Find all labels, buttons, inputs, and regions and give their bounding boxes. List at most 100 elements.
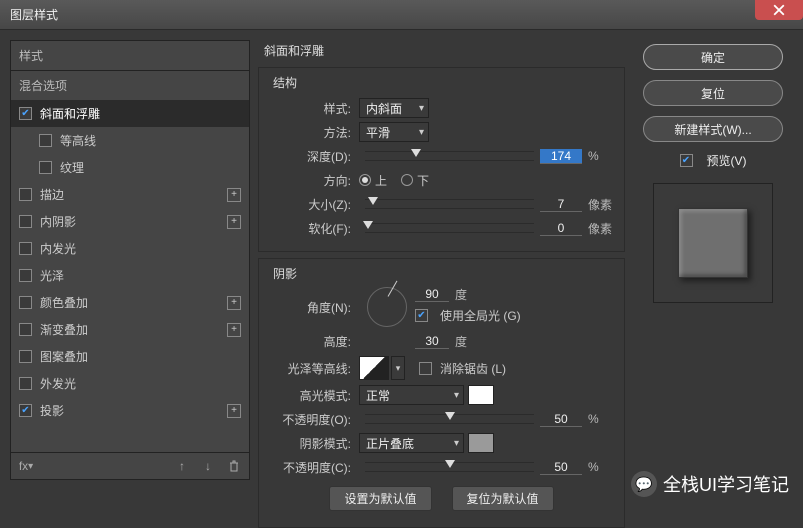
- size-value[interactable]: 7: [540, 197, 582, 212]
- style-item[interactable]: 光泽: [11, 262, 249, 289]
- highlight-opacity-slider[interactable]: [365, 414, 534, 424]
- style-item-label: 投影: [40, 402, 64, 419]
- style-item-label: 图案叠加: [40, 348, 88, 365]
- close-button[interactable]: [755, 0, 803, 20]
- set-default-button[interactable]: 设置为默认值: [329, 486, 431, 511]
- style-item-checkbox[interactable]: [39, 134, 52, 147]
- cancel-button[interactable]: 复位: [643, 80, 783, 106]
- size-unit: 像素: [582, 196, 614, 213]
- size-slider[interactable]: [365, 199, 534, 209]
- direction-up-radio[interactable]: [359, 174, 371, 186]
- style-item-label: 颜色叠加: [40, 294, 88, 311]
- left-panel: 样式 混合选项 斜面和浮雕等高线纹理描边+内阴影+内发光光泽颜色叠加+渐变叠加+…: [10, 40, 250, 480]
- contour-label: 光泽等高线:: [269, 360, 359, 377]
- highlight-mode-label: 高光模式:: [269, 387, 359, 404]
- soften-value[interactable]: 0: [540, 221, 582, 236]
- style-item-checkbox[interactable]: [19, 404, 32, 417]
- style-item-checkbox[interactable]: [19, 107, 32, 120]
- depth-value[interactable]: 174: [540, 149, 582, 164]
- panel-title: 斜面和浮雕: [258, 40, 625, 61]
- arrow-down-icon[interactable]: ↓: [201, 459, 215, 473]
- blend-options-header[interactable]: 混合选项: [10, 71, 250, 100]
- altitude-unit: 度: [449, 333, 481, 350]
- watermark-text: 全栈UI学习笔记: [663, 471, 789, 497]
- antialias-label: 消除锯齿 (L): [440, 360, 506, 377]
- window-title: 图层样式: [10, 6, 58, 23]
- ok-button[interactable]: 确定: [643, 44, 783, 70]
- style-item[interactable]: 渐变叠加+: [11, 316, 249, 343]
- add-effect-icon[interactable]: +: [227, 323, 241, 337]
- style-item[interactable]: 斜面和浮雕: [11, 100, 249, 127]
- style-item-checkbox[interactable]: [19, 188, 32, 201]
- new-style-button[interactable]: 新建样式(W)...: [643, 116, 783, 142]
- direction-label: 方向:: [269, 172, 359, 189]
- style-item-checkbox[interactable]: [19, 242, 32, 255]
- add-effect-icon[interactable]: +: [227, 215, 241, 229]
- structure-group: 结构 样式: 内斜面 方法: 平滑 深度(D): 174 % 方向: 上 下: [258, 67, 625, 252]
- style-item-label: 内发光: [40, 240, 76, 257]
- depth-slider[interactable]: [365, 151, 534, 161]
- style-item[interactable]: 描边+: [11, 181, 249, 208]
- angle-dial[interactable]: [367, 287, 407, 327]
- shadow-mode-label: 阴影模式:: [269, 435, 359, 452]
- style-item[interactable]: 外发光: [11, 370, 249, 397]
- add-effect-icon[interactable]: +: [227, 296, 241, 310]
- style-item-checkbox[interactable]: [19, 296, 32, 309]
- preview-checkbox[interactable]: [680, 154, 693, 167]
- highlight-opacity-unit: %: [582, 412, 614, 426]
- watermark: 💬 全栈UI学习笔记: [631, 471, 789, 497]
- global-light-checkbox[interactable]: [415, 309, 428, 322]
- style-select[interactable]: 内斜面: [359, 98, 429, 118]
- preview-box: [653, 183, 773, 303]
- right-panel: 确定 复位 新建样式(W)... 预览(V): [633, 40, 793, 480]
- gloss-contour-swatch[interactable]: [359, 356, 389, 380]
- highlight-opacity-label: 不透明度(O):: [269, 411, 359, 428]
- style-item[interactable]: 内发光: [11, 235, 249, 262]
- preview-swatch: [678, 208, 748, 278]
- shadow-opacity-slider[interactable]: [365, 462, 534, 472]
- style-item[interactable]: 内阴影+: [11, 208, 249, 235]
- depth-label: 深度(D):: [269, 148, 359, 165]
- highlight-color-swatch[interactable]: [468, 385, 494, 405]
- method-label: 方法:: [269, 124, 359, 141]
- style-item-label: 纹理: [60, 159, 84, 176]
- add-effect-icon[interactable]: +: [227, 188, 241, 202]
- arrow-up-icon[interactable]: ↑: [175, 459, 189, 473]
- add-effect-icon[interactable]: +: [227, 404, 241, 418]
- shadow-mode-select[interactable]: 正片叠底: [359, 433, 464, 453]
- style-item[interactable]: 图案叠加: [11, 343, 249, 370]
- angle-value[interactable]: 90: [415, 287, 449, 302]
- trash-icon[interactable]: [227, 459, 241, 473]
- highlight-opacity-value[interactable]: 50: [540, 412, 582, 427]
- style-item[interactable]: 纹理: [11, 154, 249, 181]
- style-item-label: 外发光: [40, 375, 76, 392]
- shadow-opacity-value[interactable]: 50: [540, 460, 582, 475]
- style-item-label: 斜面和浮雕: [40, 105, 100, 122]
- style-item-checkbox[interactable]: [19, 269, 32, 282]
- style-item[interactable]: 等高线: [11, 127, 249, 154]
- shadow-opacity-label: 不透明度(C):: [269, 459, 359, 476]
- altitude-value[interactable]: 30: [415, 334, 449, 349]
- gloss-contour-dropdown[interactable]: ▾: [391, 356, 405, 380]
- angle-label: 角度(N):: [269, 299, 359, 316]
- fx-icon[interactable]: fx▾: [19, 459, 33, 473]
- direction-down-radio[interactable]: [401, 174, 413, 186]
- antialias-checkbox[interactable]: [419, 362, 432, 375]
- method-select[interactable]: 平滑: [359, 122, 429, 142]
- style-item-checkbox[interactable]: [19, 377, 32, 390]
- styles-header[interactable]: 样式: [10, 40, 250, 71]
- highlight-mode-select[interactable]: 正常: [359, 385, 464, 405]
- style-list: 斜面和浮雕等高线纹理描边+内阴影+内发光光泽颜色叠加+渐变叠加+图案叠加外发光投…: [10, 100, 250, 453]
- style-item[interactable]: 投影 +: [11, 397, 249, 424]
- style-item-label: 等高线: [60, 132, 96, 149]
- style-item-checkbox[interactable]: [19, 350, 32, 363]
- soften-slider[interactable]: [365, 223, 534, 233]
- style-item-checkbox[interactable]: [19, 215, 32, 228]
- style-item-checkbox[interactable]: [39, 161, 52, 174]
- reset-default-button[interactable]: 复位为默认值: [452, 486, 554, 511]
- style-item-checkbox[interactable]: [19, 323, 32, 336]
- style-item[interactable]: 颜色叠加 +: [11, 289, 249, 316]
- style-list-footer: fx▾ ↑ ↓: [10, 453, 250, 480]
- depth-unit: %: [582, 149, 614, 163]
- shadow-color-swatch[interactable]: [468, 433, 494, 453]
